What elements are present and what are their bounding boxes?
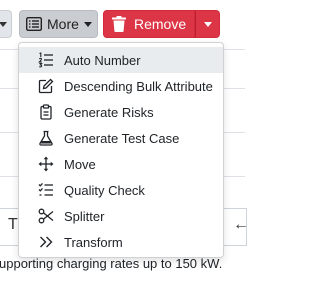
- remove-button[interactable]: Remove: [103, 10, 195, 38]
- menu-item-generate-risks[interactable]: Generate Risks: [19, 99, 223, 125]
- menu-item-quality-check[interactable]: Quality Check: [19, 177, 223, 203]
- content-text: upporting charging rates up to 150 kW.: [0, 256, 223, 271]
- chevron-down-icon: [0, 21, 7, 27]
- menu-item-transform[interactable]: Transform: [19, 229, 223, 255]
- more-dropdown-button[interactable]: More: [19, 10, 98, 38]
- menu-item-generate-test-case[interactable]: Generate Test Case: [19, 125, 223, 151]
- chevron-down-icon: [203, 21, 212, 27]
- list-check-icon: [38, 182, 54, 198]
- undo-arrow-icon[interactable]: ←: [233, 216, 249, 234]
- move-arrows-icon: [38, 156, 54, 172]
- list-ordered-icon: [38, 52, 54, 68]
- menu-item-move[interactable]: Move: [19, 151, 223, 177]
- menu-item-label: Auto Number: [64, 52, 141, 68]
- edit-icon: [38, 78, 54, 94]
- menu-item-label: Splitter: [64, 208, 105, 224]
- menu-item-label: Move: [64, 156, 96, 172]
- menu-item-label: Transform: [64, 234, 123, 250]
- text-format-icon[interactable]: T: [8, 216, 18, 234]
- clipboard-icon: [38, 104, 54, 120]
- flask-icon: [38, 130, 54, 146]
- menu-item-auto-number[interactable]: Auto Number: [19, 47, 223, 73]
- menu-item-label: Quality Check: [64, 182, 145, 198]
- scissors-icon: [38, 208, 54, 224]
- list-icon: [26, 17, 42, 31]
- remove-button-label: Remove: [134, 16, 187, 32]
- more-dropdown-menu: Auto Number Descending Bulk Attribute Ge…: [18, 42, 224, 258]
- menu-item-descending-bulk-attribute[interactable]: Descending Bulk Attribute: [19, 73, 223, 99]
- menu-item-label: Generate Test Case: [64, 130, 180, 146]
- remove-dropdown-toggle[interactable]: [195, 10, 220, 38]
- chevrons-right-icon: [38, 234, 54, 250]
- menu-item-label: Generate Risks: [64, 104, 154, 120]
- previous-dropdown-button[interactable]: [0, 10, 12, 38]
- menu-item-splitter[interactable]: Splitter: [19, 203, 223, 229]
- more-button-label: More: [47, 16, 79, 32]
- chevron-down-icon: [83, 21, 92, 27]
- trash-icon: [112, 16, 126, 32]
- menu-item-label: Descending Bulk Attribute: [64, 78, 213, 94]
